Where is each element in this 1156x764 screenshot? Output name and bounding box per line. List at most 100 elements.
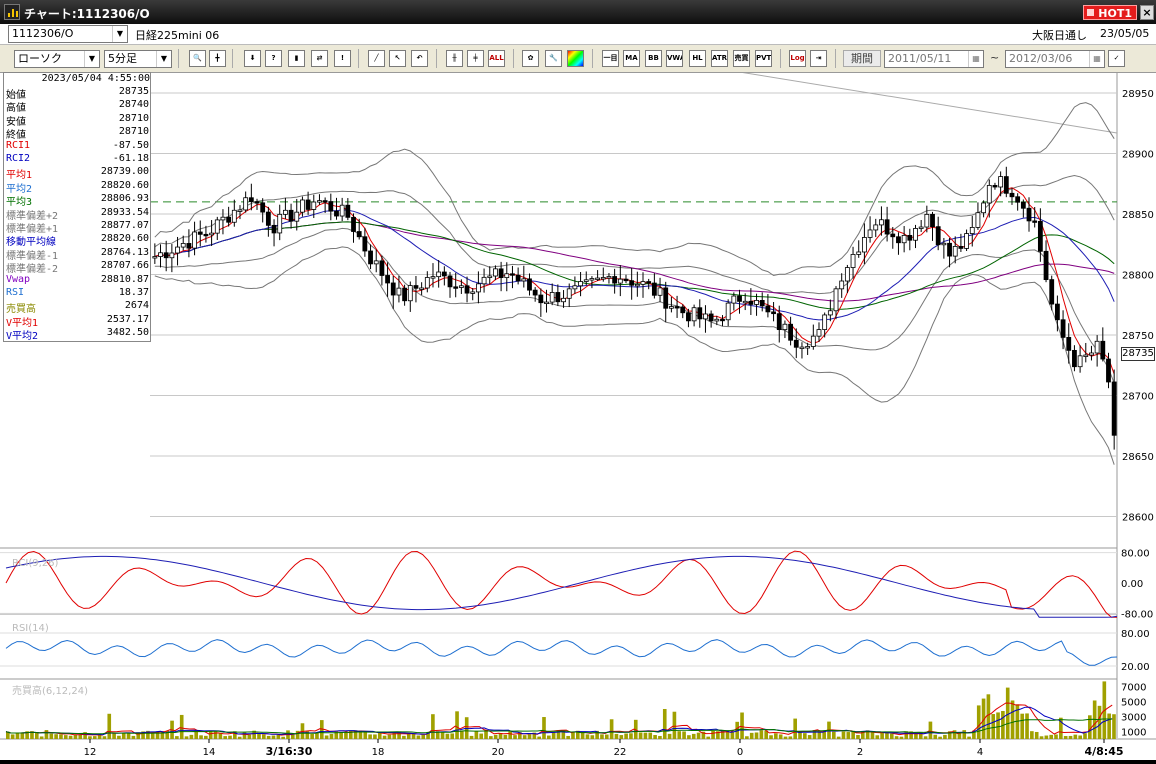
candle-body [158, 252, 163, 257]
calendar-icon[interactable]: ▦ [968, 51, 983, 67]
undo-icon[interactable]: ↶ [411, 50, 428, 67]
candle-body [918, 226, 924, 229]
candle-body [992, 185, 998, 188]
atr-button[interactable]: ATR [711, 50, 728, 67]
calendar-icon[interactable]: ▦ [1089, 51, 1104, 67]
volume-bar [711, 730, 715, 739]
candle-body [879, 219, 884, 226]
wrench-icon[interactable]: 🔧 [545, 50, 562, 67]
volume-bar [933, 734, 938, 739]
candle-body [1054, 303, 1060, 321]
candle-body [356, 231, 362, 238]
volume-bar [996, 712, 1000, 739]
price-tick-label: 28650 [1122, 452, 1154, 463]
volume-bar [774, 733, 778, 739]
window-title-bar[interactable]: チャート:1112306/O HOT1 × [0, 0, 1156, 24]
volume-bar [682, 731, 686, 739]
volume-bar [59, 734, 63, 739]
volume-bar [377, 732, 382, 739]
settings-icon[interactable]: ✿ [522, 50, 539, 67]
price-tick-label: 28800 [1122, 271, 1154, 282]
candle-body [844, 267, 850, 282]
session-date: 23/05/05 [1100, 27, 1150, 40]
interval-select[interactable]: 5分足 ▼ [104, 50, 172, 68]
chart-area[interactable]: RCI(9,26) RSI(14) 売買高(6,12,24) 28950 2890… [0, 42, 1156, 760]
candle-body [436, 271, 442, 278]
info-row: 標準偏差+2 28933.54 [6, 207, 149, 222]
all-icon[interactable]: ALL [488, 50, 505, 67]
volume-bar [339, 732, 343, 739]
volume-bar [324, 735, 329, 739]
close-button[interactable]: × [1140, 5, 1154, 20]
volume-bar [1107, 713, 1111, 739]
current-price-tag: 28735 [1121, 347, 1155, 361]
zoom-icon[interactable]: 🔍 [189, 50, 206, 67]
time-tick-label: 2 [857, 747, 863, 758]
rsi-label: RSI(14) [12, 623, 49, 634]
hl-button[interactable]: HL [689, 50, 706, 67]
candle-body [646, 281, 652, 284]
vwap-button[interactable]: VWAP [666, 50, 683, 67]
period-from-field[interactable]: 2011/05/11 ▦ [884, 50, 984, 68]
candle-body [1060, 319, 1066, 338]
candle-body [657, 287, 663, 296]
candle-body [186, 243, 192, 249]
info-row: 高値 28740 [6, 99, 149, 114]
download-icon[interactable]: ⬇ [244, 50, 261, 67]
session-name: 大阪日通し [1032, 29, 1087, 42]
candle-body [379, 260, 385, 276]
info-value: 2674 [124, 300, 149, 312]
candle-body [890, 233, 896, 238]
chevron-down-icon[interactable]: ▼ [84, 51, 99, 67]
query-icon[interactable]: ? [265, 50, 282, 67]
info-row: RSI 18.37 [6, 287, 149, 300]
chevron-down-icon[interactable]: ▼ [156, 51, 171, 67]
ichimoku-button[interactable]: 一目 [602, 50, 619, 67]
bb-button[interactable]: BB [645, 50, 662, 67]
price-tick-label: 28900 [1122, 150, 1154, 161]
volume-bar [204, 735, 208, 739]
ma-button[interactable]: MA [623, 50, 640, 67]
chart-type-select[interactable]: ローソク ▼ [14, 50, 100, 68]
chevron-down-icon[interactable]: ▼ [112, 26, 127, 42]
pointer-icon[interactable]: ↖ [389, 50, 406, 67]
volume-button[interactable]: 売買 [733, 50, 750, 67]
candle-body [686, 312, 691, 322]
period-to-field[interactable]: 2012/03/06 ▦ [1005, 50, 1105, 68]
period-checkbox[interactable]: ✓ [1108, 50, 1125, 67]
candle-body [152, 256, 158, 259]
compare-icon[interactable]: ⇄ [311, 50, 328, 67]
candle-body [237, 209, 243, 212]
candle-body [583, 279, 589, 282]
candle-body [197, 231, 203, 235]
volume-bar [387, 734, 392, 739]
trend-line-icon[interactable]: ╱ [368, 50, 385, 67]
pvt-button[interactable]: PVT [755, 50, 772, 67]
candle-body [986, 185, 992, 204]
log-button[interactable]: Log [789, 50, 806, 67]
chart-app-icon [4, 4, 20, 20]
candle-body [458, 285, 464, 288]
info-value: -61.18 [112, 153, 149, 164]
volume-tick-label: 1000 [1121, 728, 1146, 739]
chart-canvas[interactable]: RCI(9,26) RSI(14) 売買高(6,12,24) 28950 2890… [0, 42, 1156, 760]
candle-alt-icon[interactable]: ╪ [467, 50, 484, 67]
volume-bar [126, 733, 131, 739]
export-icon[interactable]: ⇥ [810, 50, 827, 67]
volume-bar [672, 711, 677, 739]
symbol-select[interactable]: 1112306/O ▼ [8, 25, 128, 43]
color-icon[interactable] [567, 50, 584, 67]
volume-bar [894, 736, 899, 739]
volume-bar [1034, 731, 1039, 739]
candle-body [958, 246, 964, 249]
rci-tick-label: 0.00 [1121, 579, 1143, 590]
volume-bar [914, 733, 918, 739]
period-button[interactable]: 期間 [843, 50, 881, 67]
candle-icon[interactable]: ╫ [446, 50, 463, 67]
candle-body [231, 209, 237, 223]
bar-icon[interactable]: ▮ [288, 50, 305, 67]
info-icon[interactable]: ! [334, 50, 351, 67]
time-tick-label: 20 [492, 747, 505, 758]
hot1-button[interactable]: HOT1 [1083, 5, 1137, 20]
crosshair-icon[interactable]: ╋ [209, 50, 226, 67]
